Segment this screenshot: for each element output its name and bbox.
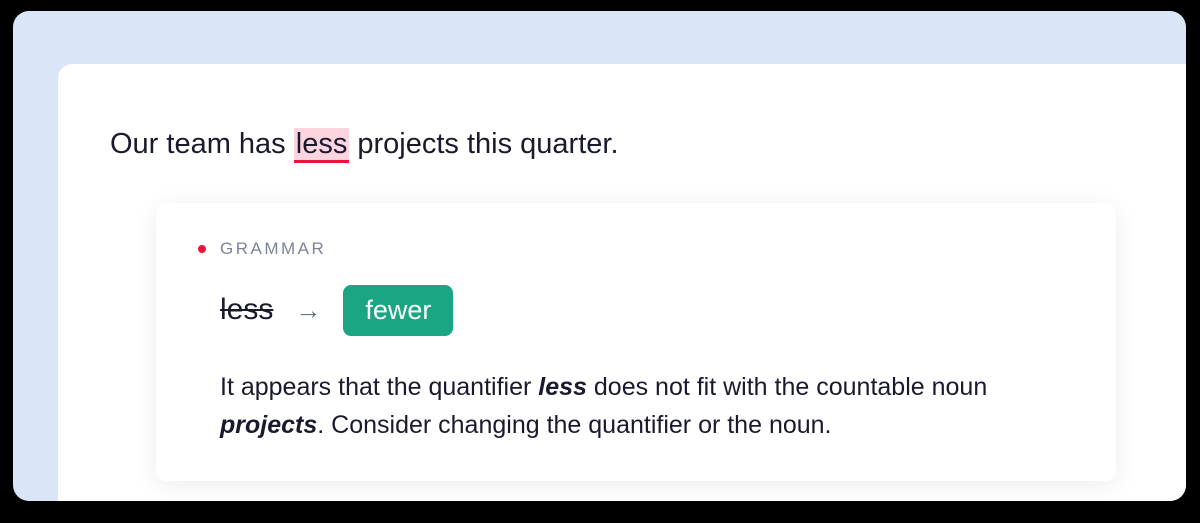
suggestion-card: GRAMMAR less → fewer It appears that the…	[156, 203, 1116, 482]
explanation-emphasis-2: projects	[220, 411, 317, 439]
app-background: Our team has less projects this quarter.…	[13, 11, 1186, 501]
arrow-right-icon: →	[295, 295, 321, 326]
highlighted-error-word[interactable]: less	[294, 128, 350, 163]
sentence-before: Our team has	[110, 128, 294, 160]
explanation-p2: does not fit with the countable noun	[587, 373, 987, 401]
replacement-suggestion-button[interactable]: fewer	[343, 285, 453, 336]
editor-panel: Our team has less projects this quarter.…	[58, 64, 1186, 501]
suggestion-header: GRAMMAR	[198, 239, 1074, 259]
sentence-text[interactable]: Our team has less projects this quarter.	[110, 124, 1116, 165]
explanation-p3: . Consider changing the quantifier or th…	[317, 411, 831, 439]
explanation-emphasis-1: less	[538, 373, 587, 401]
category-label: GRAMMAR	[220, 239, 326, 259]
sentence-after: projects this quarter.	[349, 128, 618, 160]
correction-row: less → fewer	[220, 285, 1074, 336]
category-dot-icon	[198, 245, 206, 253]
explanation-p1: It appears that the quantifier	[220, 373, 538, 401]
explanation-text: It appears that the quantifier less does…	[220, 368, 1074, 446]
original-word: less	[220, 293, 273, 327]
